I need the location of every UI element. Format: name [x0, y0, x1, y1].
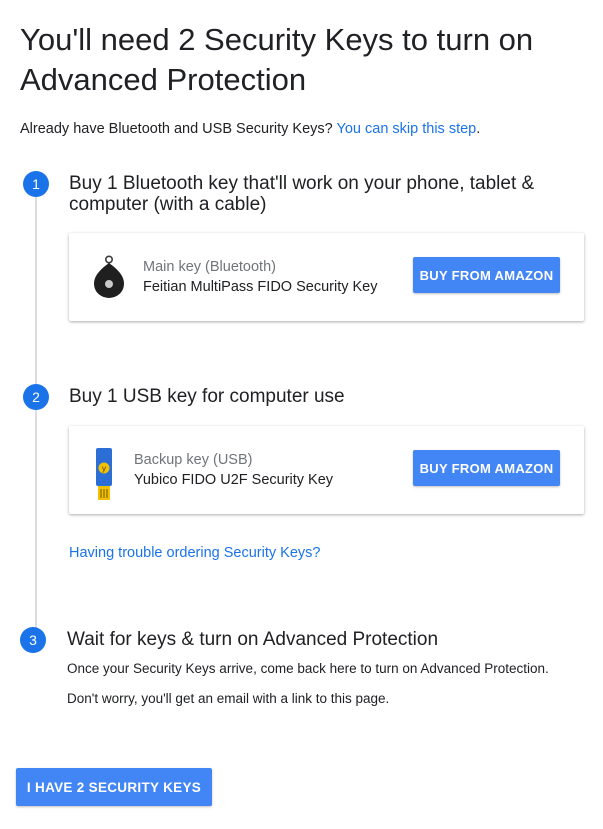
buy-bluetooth-key-button[interactable]: BUY FROM AMAZON: [413, 257, 560, 293]
key-name-label: Feitian MultiPass FIDO Security Key: [143, 279, 378, 295]
key-name-label: Yubico FIDO U2F Security Key: [134, 472, 334, 488]
have-security-keys-button[interactable]: I HAVE 2 SECURITY KEYS: [16, 768, 212, 806]
step-2-title: Buy 1 USB key for computer use: [69, 386, 345, 407]
usb-key-icon: y: [93, 448, 115, 507]
skip-step-link[interactable]: You can skip this step: [337, 121, 477, 137]
timeline-line: [35, 196, 37, 636]
step-3-title: Wait for keys & turn on Advanced Protect…: [67, 629, 439, 650]
step-3-line-2: Don't worry, you'll get an email with a …: [67, 691, 390, 706]
key-type-label: Backup key (USB): [134, 452, 253, 468]
step-3-number: 3: [20, 627, 46, 653]
intro-question: Already have Bluetooth and USB Security …: [20, 121, 337, 137]
step-1-title: Buy 1 Bluetooth key that'll work on your…: [69, 173, 535, 215]
step-2-number: 2: [23, 384, 49, 410]
buy-usb-key-button[interactable]: BUY FROM AMAZON: [413, 450, 560, 486]
intro-text: Already have Bluetooth and USB Security …: [20, 121, 480, 137]
svg-text:y: y: [102, 464, 107, 473]
bluetooth-key-card: Main key (Bluetooth) Feitian MultiPass F…: [69, 233, 584, 321]
usb-key-card: y Backup key (USB) Yubico FIDO U2F Secur…: [69, 426, 584, 514]
page-title: You'll need 2 Security Keys to turn on A…: [20, 22, 534, 97]
trouble-ordering-link[interactable]: Having trouble ordering Security Keys?: [69, 545, 320, 561]
bluetooth-key-icon: [92, 255, 126, 304]
step-3-line-1: Once your Security Keys arrive, come bac…: [67, 661, 549, 676]
intro-period: .: [476, 121, 481, 137]
step-1-number: 1: [23, 171, 49, 197]
key-type-label: Main key (Bluetooth): [143, 259, 276, 275]
